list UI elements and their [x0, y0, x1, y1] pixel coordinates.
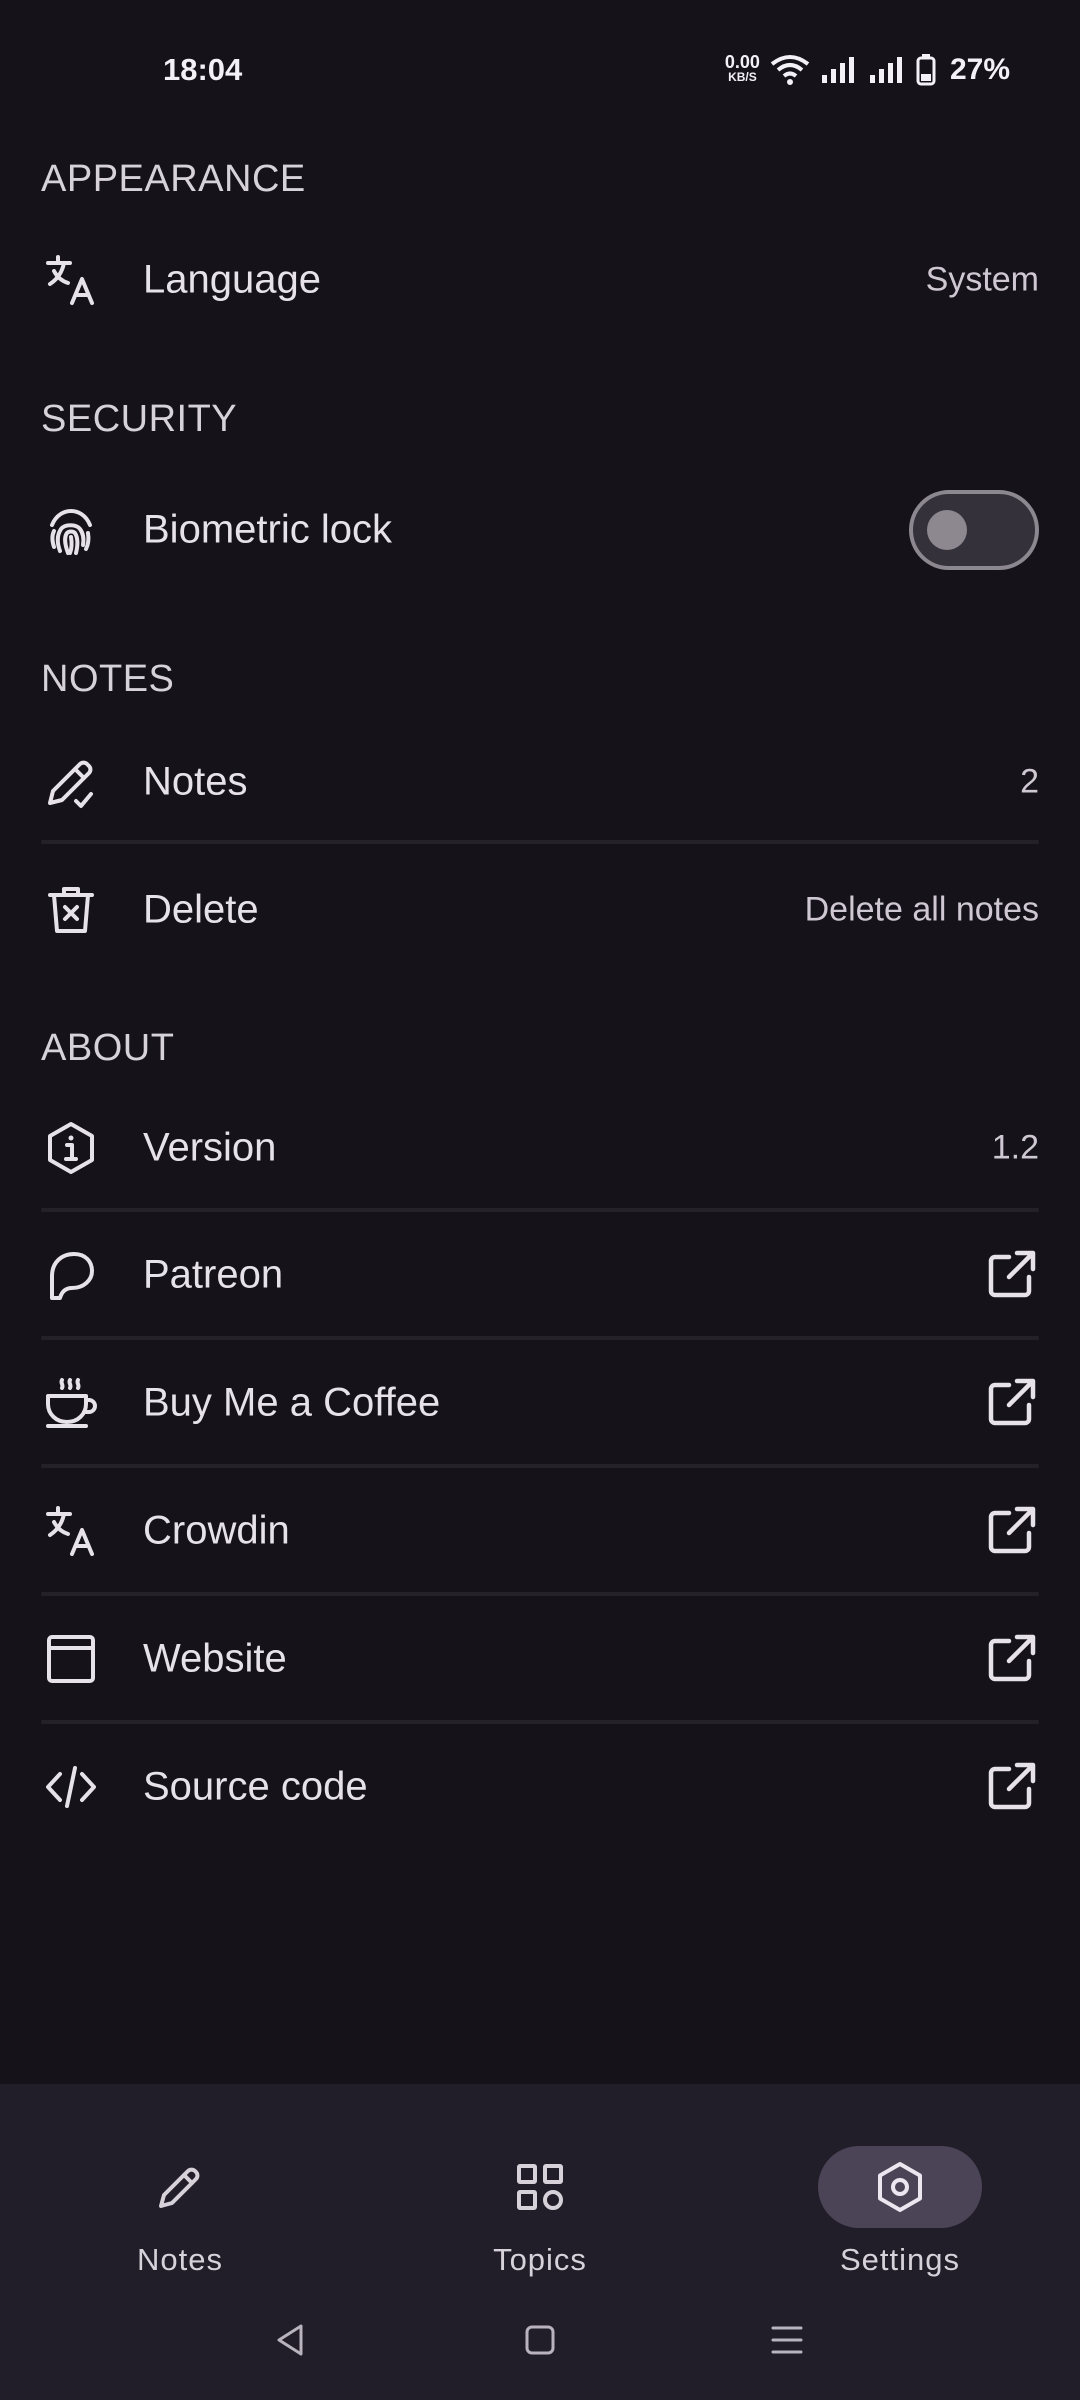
section-notes: NOTES [41, 658, 175, 700]
nav-notes[interactable]: Notes [60, 2114, 300, 2277]
version-value: 1.2 [991, 1128, 1039, 1167]
section-about: ABOUT [41, 1027, 175, 1069]
battery-percent: 27% [949, 53, 1010, 86]
settings-hexagon-icon [878, 2162, 922, 2212]
back-triangle-icon [277, 2324, 303, 2356]
biometric-row[interactable]: Biometric lock [0, 470, 1080, 590]
notes-count: 2 [1020, 762, 1039, 801]
divider [41, 1592, 1039, 1596]
status-time: 18:04 [163, 52, 243, 87]
external-link-icon [988, 1506, 1036, 1554]
patreon-icon [41, 1245, 101, 1305]
external-link-icon [988, 1634, 1036, 1682]
divider [41, 1720, 1039, 1724]
divider [41, 840, 1039, 844]
divider [41, 1336, 1039, 1340]
external-link-icon [988, 1250, 1036, 1298]
signal-icon [869, 57, 902, 83]
external-link-icon [988, 1762, 1036, 1810]
net-speed-value: 0.00 [724, 52, 760, 72]
wifi-icon [770, 55, 810, 85]
nav-settings-pill [818, 2146, 982, 2228]
grid-icon [517, 2164, 563, 2210]
section-appearance: APPEARANCE [41, 158, 306, 200]
battery-icon [916, 54, 936, 86]
info-hexagon-icon [41, 1118, 101, 1178]
signal-icon [821, 57, 854, 83]
biometric-toggle[interactable] [909, 490, 1039, 570]
translate-icon [41, 250, 101, 310]
nav-notes-pill [98, 2146, 262, 2228]
language-label: Language [143, 257, 321, 302]
browser-window-icon [41, 1629, 101, 1689]
notes-row[interactable]: Notes 2 [0, 722, 1080, 842]
nav-settings-label: Settings [839, 2242, 960, 2277]
home-button[interactable] [505, 2305, 575, 2375]
source-code-row[interactable]: Source code [0, 1727, 1080, 1847]
coffee-row[interactable]: Buy Me a Coffee [0, 1343, 1080, 1463]
biometric-label: Biometric lock [143, 507, 392, 552]
nav-topics-label: Topics [493, 2242, 587, 2277]
trash-icon [41, 880, 101, 940]
patreon-row[interactable]: Patreon [0, 1215, 1080, 1335]
translate-icon [41, 1501, 101, 1561]
recents-button[interactable] [752, 2305, 822, 2375]
delete-label: Delete [143, 887, 259, 932]
version-row: Version 1.2 [0, 1088, 1080, 1208]
nav-notes-label: Notes [137, 2242, 223, 2277]
website-label: Website [143, 1636, 287, 1681]
delete-all-notes[interactable]: Delete all notes [805, 891, 1039, 930]
status-icons: 0.00 KB/S 27% [725, 50, 1010, 90]
home-square-icon [525, 2325, 555, 2355]
net-speed: 0.00 KB/S [724, 52, 760, 85]
patreon-label: Patreon [143, 1252, 284, 1297]
crowdin-label: Crowdin [143, 1508, 290, 1553]
menu-lines-icon [771, 2326, 803, 2354]
notes-label: Notes [143, 759, 248, 804]
fingerprint-icon [41, 500, 101, 560]
nav-topics[interactable]: Topics [420, 2114, 660, 2277]
status-bar: 18:04 0.00 KB/S 27% [0, 0, 1080, 140]
delete-row[interactable]: Delete Delete all notes [0, 850, 1080, 970]
nav-topics-pill [458, 2146, 622, 2228]
pencil-check-icon [41, 752, 101, 812]
language-value: System [925, 260, 1039, 299]
back-button[interactable] [256, 2305, 326, 2375]
code-icon [41, 1757, 101, 1817]
system-navigation [0, 2305, 1080, 2375]
website-row[interactable]: Website [0, 1599, 1080, 1719]
toggle-knob [927, 510, 967, 550]
source-code-label: Source code [143, 1764, 368, 1809]
divider [41, 1208, 1039, 1212]
language-row[interactable]: Language System [0, 220, 1080, 340]
external-link-icon [988, 1378, 1036, 1426]
nav-settings[interactable]: Settings [780, 2114, 1020, 2277]
divider [41, 1464, 1039, 1468]
net-speed-unit: KB/S [728, 70, 757, 84]
crowdin-row[interactable]: Crowdin [0, 1471, 1080, 1591]
bottom-navigation: Notes Topics Settings [0, 2084, 1080, 2400]
coffee-label: Buy Me a Coffee [143, 1380, 441, 1425]
section-security: SECURITY [41, 398, 238, 440]
version-label: Version [143, 1125, 277, 1170]
coffee-cup-icon [41, 1373, 101, 1433]
pencil-icon [159, 2167, 200, 2208]
